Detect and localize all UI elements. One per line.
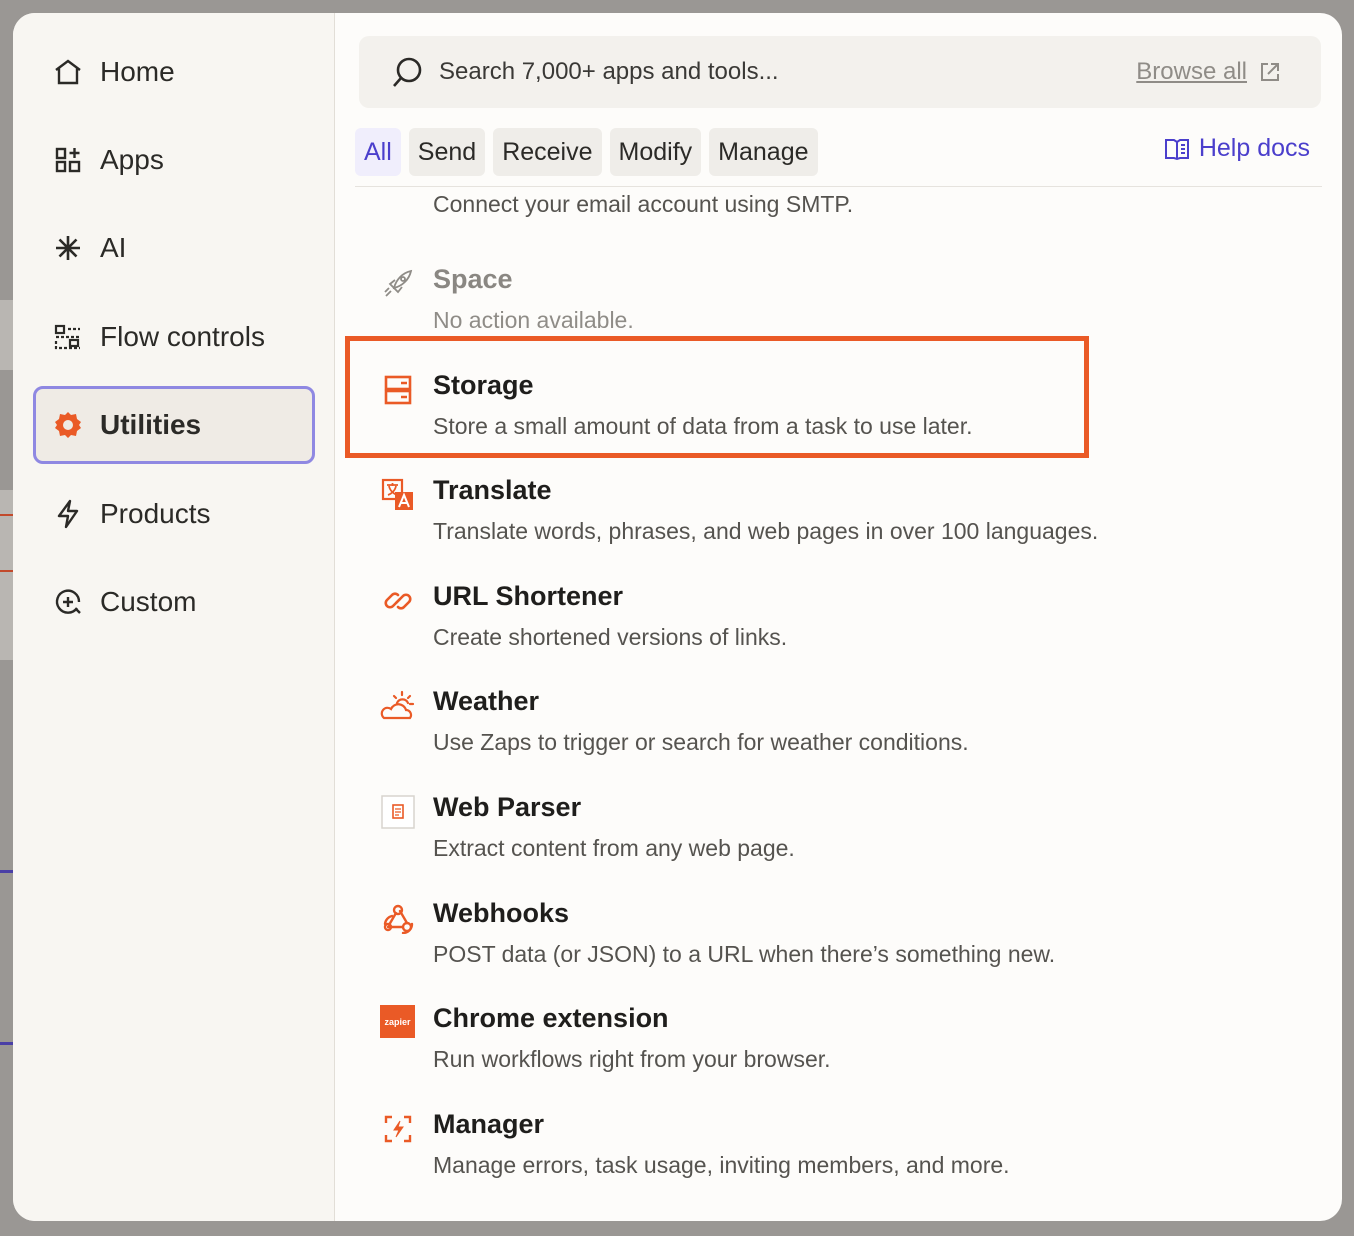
list-item-translate[interactable]: Translate Translate words, phrases, and … <box>335 461 1342 566</box>
browse-all-link[interactable]: Browse all <box>1136 58 1281 86</box>
utilities-list: Connect your email account using SMTP. S… <box>335 187 1342 1221</box>
translate-icon <box>380 477 416 513</box>
link-icon <box>380 583 416 619</box>
backdrop-line <box>0 570 13 572</box>
sidebar-item-label: Home <box>100 56 175 87</box>
web-parser-icon <box>380 794 416 830</box>
tab-send[interactable]: Send <box>408 128 486 176</box>
ai-sparkle-icon <box>53 233 83 263</box>
list-item-web-parser[interactable]: Web Parser Extract content from any web … <box>335 778 1342 883</box>
storage-icon <box>380 372 416 408</box>
list-item-url-shortener[interactable]: URL Shortener Create shortened versions … <box>335 567 1342 672</box>
sidebar-item-label: Flow controls <box>100 321 265 352</box>
sidebar-item-label: Apps <box>100 144 164 175</box>
list-item-storage[interactable]: Storage Store a small amount of data fro… <box>335 356 1342 461</box>
sidebar-item-home[interactable]: Home <box>33 33 315 111</box>
tab-receive[interactable]: Receive <box>493 128 602 176</box>
list-item-manager[interactable]: Manager Manage errors, task usage, invit… <box>335 1095 1342 1200</box>
sidebar-item-flow-controls[interactable]: Flow controls <box>33 298 315 376</box>
apps-icon <box>53 145 83 175</box>
utilities-gear-icon <box>53 410 83 440</box>
list-item-desc: POST data (or JSON) to a URL when there’… <box>433 941 1056 967</box>
zapier-logo-icon: zapier <box>380 1005 415 1038</box>
sidebar-item-label: Custom <box>100 586 197 617</box>
backdrop-strip <box>0 300 13 370</box>
flow-controls-icon <box>53 322 83 352</box>
custom-plus-icon <box>53 587 83 617</box>
sidebar-item-apps[interactable]: Apps <box>33 121 315 199</box>
list-item-desc: Run workflows right from your browser. <box>433 1046 831 1072</box>
list-item-title: Storage <box>433 370 534 400</box>
weather-icon <box>380 688 416 724</box>
sidebar-item-custom[interactable]: Custom <box>33 563 315 641</box>
list-item-desc: Store a small amount of data from a task… <box>433 413 973 439</box>
book-icon <box>1164 138 1189 160</box>
list-item-weather[interactable]: Weather Use Zaps to trigger or search fo… <box>335 672 1342 777</box>
sidebar-item-label: AI <box>100 232 127 263</box>
search-bar: Browse all <box>359 36 1321 108</box>
list-item-title: Webhooks <box>433 898 570 928</box>
truncated-item-description: Connect your email account using SMTP. <box>433 191 854 217</box>
sidebar-item-label: Products <box>100 498 211 529</box>
list-item-chrome-extension[interactable]: zapier Chrome extension Run workflows ri… <box>335 989 1342 1094</box>
list-item-desc: No action available. <box>433 307 634 333</box>
external-link-icon <box>1261 63 1279 81</box>
bolt-icon <box>53 499 83 529</box>
zapier-logo-text: zapier <box>384 1016 411 1027</box>
tab-manage[interactable]: Manage <box>709 128 818 176</box>
list-item-title: Weather <box>433 686 540 716</box>
list-item-space[interactable]: Space No action available. <box>335 250 1342 355</box>
list-item-title: URL Shortener <box>433 581 624 611</box>
list-item-title: Translate <box>433 475 552 505</box>
list-item-desc: Use Zaps to trigger or search for weathe… <box>433 729 969 755</box>
tab-modify[interactable]: Modify <box>609 128 702 176</box>
list-item-desc: Extract content from any web page. <box>433 835 795 861</box>
main-panel: Browse all All Send Receive Modify Manag… <box>335 13 1342 1221</box>
list-item-title: Manager <box>433 1109 545 1139</box>
list-item-title: Web Parser <box>433 792 582 822</box>
backdrop-line <box>0 514 13 516</box>
help-docs-label: Help docs <box>1198 134 1310 162</box>
help-docs-link[interactable]: Help docs <box>1164 134 1310 163</box>
rocket-icon <box>380 266 416 302</box>
tab-all[interactable]: All <box>355 128 401 176</box>
search-input[interactable] <box>439 52 1039 92</box>
list-item-title: Space <box>433 264 513 294</box>
browse-all-label: Browse all <box>1136 58 1247 85</box>
list-item-desc: Translate words, phrases, and web pages … <box>433 518 1099 544</box>
list-item-webhooks[interactable]: Webhooks POST data (or JSON) to a URL wh… <box>335 884 1342 989</box>
backdrop-line <box>0 870 13 873</box>
category-tabs: All Send Receive Modify Manage <box>355 128 818 176</box>
home-icon <box>53 57 83 87</box>
backdrop-line <box>0 1042 13 1045</box>
sidebar-item-ai[interactable]: AI <box>33 209 315 287</box>
manager-icon <box>380 1111 416 1147</box>
sidebar: Home Apps AI Flow controls Utilities Pro… <box>13 13 335 1221</box>
sidebar-item-utilities[interactable]: Utilities <box>33 386 315 464</box>
webhooks-icon <box>380 900 416 936</box>
list-item-desc: Manage errors, task usage, inviting memb… <box>433 1152 1010 1178</box>
list-item-desc: Create shortened versions of links. <box>433 624 788 650</box>
list-item-title: Chrome extension <box>433 1003 669 1033</box>
search-icon <box>391 56 423 95</box>
utilities-picker-modal: Home Apps AI Flow controls Utilities Pro… <box>13 13 1342 1221</box>
sidebar-item-products[interactable]: Products <box>33 475 315 553</box>
sidebar-item-label: Utilities <box>100 409 202 440</box>
